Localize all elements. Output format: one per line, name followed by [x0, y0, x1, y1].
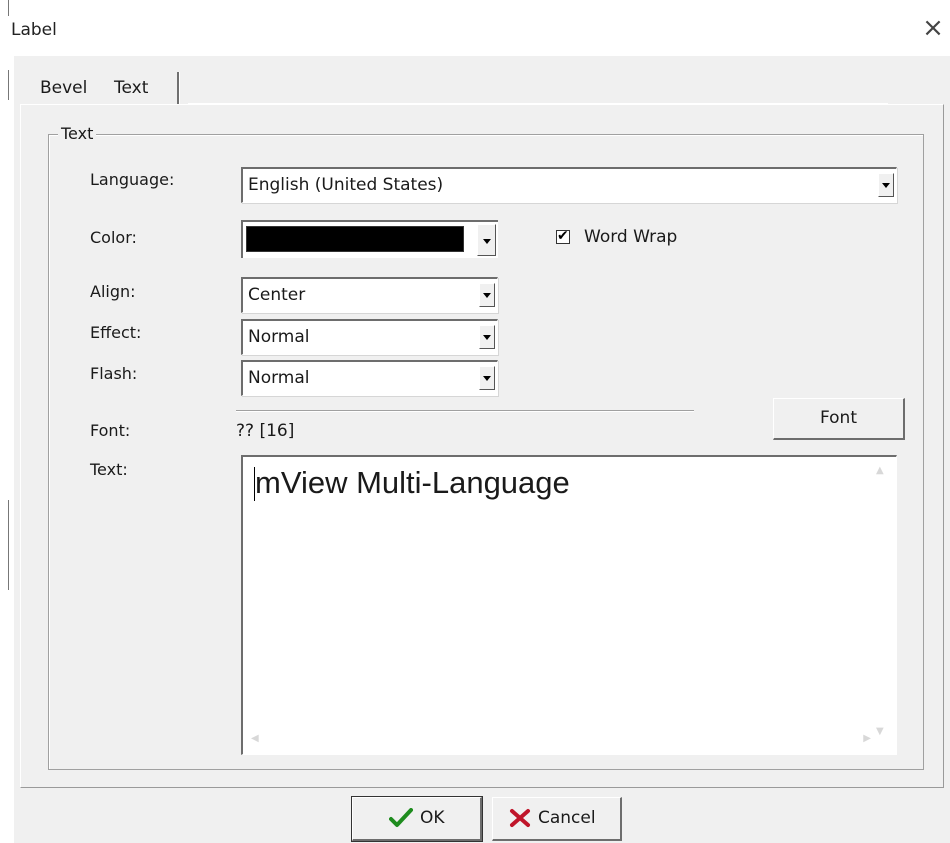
groupbox-title: Text: [58, 124, 97, 144]
chevron-down-icon[interactable]: [479, 366, 495, 390]
x-mark-icon: [510, 809, 530, 827]
ok-button[interactable]: OK: [352, 797, 482, 841]
text-label: Text:: [90, 460, 128, 479]
flash-dropdown[interactable]: Normal: [241, 360, 498, 396]
chevron-down-icon[interactable]: [479, 283, 495, 307]
left-edge-mark: [8, 500, 9, 590]
effect-dropdown[interactable]: Normal: [241, 319, 498, 355]
vertical-scrollbar[interactable]: ▲ ▼: [874, 465, 888, 737]
dialog-footer: [14, 796, 950, 843]
tab-text[interactable]: Text: [110, 74, 152, 106]
align-label: Align:: [90, 282, 136, 301]
align-dropdown[interactable]: Center: [241, 277, 498, 313]
chevron-down-icon[interactable]: [479, 325, 495, 349]
flash-label: Flash:: [90, 364, 138, 383]
text-input[interactable]: mView Multi-Language ▲ ▼ ◀ ▶: [241, 455, 897, 755]
text-input-value: mView Multi-Language: [255, 465, 570, 500]
checkmark-icon: ✔: [557, 228, 569, 244]
left-edge-mark: [8, 70, 9, 100]
cancel-label: Cancel: [538, 808, 596, 828]
language-value: English (United States): [248, 175, 444, 195]
ok-label: OK: [420, 808, 445, 828]
left-edge-mark: [8, 0, 9, 16]
title-bar: [0, 0, 950, 56]
language-label: Language:: [90, 170, 175, 189]
cancel-button[interactable]: Cancel: [492, 797, 622, 841]
check-icon: [389, 808, 413, 827]
font-button[interactable]: Font: [773, 398, 905, 440]
font-label: Font:: [90, 421, 131, 440]
color-label: Color:: [90, 228, 137, 247]
horizontal-scrollbar[interactable]: ◀ ▶: [251, 732, 871, 746]
word-wrap-label[interactable]: Word Wrap: [584, 227, 677, 247]
scroll-up-icon[interactable]: ▲: [876, 465, 884, 476]
font-divider: [236, 410, 694, 411]
effect-value: Normal: [248, 327, 310, 347]
window-title: Label: [11, 20, 57, 40]
language-dropdown[interactable]: English (United States): [241, 167, 897, 203]
scroll-right-icon[interactable]: ▶: [863, 733, 871, 744]
word-wrap-checkbox[interactable]: ✔: [556, 228, 570, 244]
close-icon[interactable]: ×: [918, 13, 948, 43]
scroll-left-icon[interactable]: ◀: [251, 733, 259, 744]
chevron-down-icon[interactable]: [477, 224, 496, 256]
font-value: ?? [16]: [236, 421, 295, 441]
scroll-down-icon[interactable]: ▼: [876, 726, 884, 737]
tab-bevel[interactable]: Bevel: [36, 74, 91, 106]
color-swatch[interactable]: [246, 226, 464, 252]
effect-label: Effect:: [90, 323, 142, 342]
tab-separator: [177, 72, 179, 104]
align-value: Center: [248, 285, 306, 305]
chevron-down-icon[interactable]: [878, 173, 894, 197]
flash-value: Normal: [248, 368, 310, 388]
